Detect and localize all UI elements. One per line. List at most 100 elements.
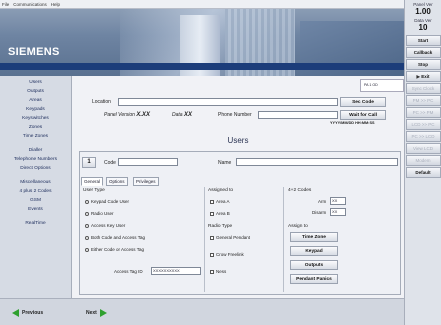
- sidebar-item-realtime[interactable]: RealTime: [0, 219, 71, 228]
- user-type-keypad[interactable]: Keypad Code User: [85, 199, 129, 204]
- stop-button[interactable]: Stop: [405, 59, 441, 70]
- radio-icon: [85, 211, 89, 216]
- sidebar-item-4plus2-codes[interactable]: 4 plus 2 Codes: [0, 187, 71, 196]
- modem-button[interactable]: Modem: [405, 155, 441, 166]
- panel-version-value: X.XX: [136, 112, 151, 118]
- assigned-to-label: Assigned to: [208, 188, 234, 193]
- start-button[interactable]: Start: [405, 35, 441, 46]
- radio-type-crow-freelink[interactable]: Crow Freelink: [210, 252, 244, 257]
- radio-icon: [85, 247, 89, 252]
- exit-icon: ▶: [416, 74, 420, 79]
- location-input[interactable]: [118, 98, 338, 106]
- phone-number-input[interactable]: [258, 111, 338, 119]
- sidebar-item-keyswitches[interactable]: Keyswitches: [0, 114, 71, 123]
- sidebar-item-areas[interactable]: Areas: [0, 96, 71, 105]
- panel-version-box: Panel Ver 1.00: [405, 0, 441, 16]
- sidebar-item-telephone-numbers[interactable]: Telephone Numbers: [0, 155, 71, 164]
- previous-label: Previous: [22, 309, 44, 316]
- exit-button[interactable]: ▶ Exit: [405, 71, 441, 82]
- user-type-access-key[interactable]: Access Key User: [85, 223, 125, 228]
- default-button[interactable]: Default: [405, 167, 441, 178]
- access-tag-label: Access Tag ID: [114, 269, 143, 274]
- sync-clock-button[interactable]: Sync Clock: [405, 83, 441, 94]
- menu-help[interactable]: Help: [51, 2, 60, 7]
- area-b-checkbox[interactable]: Area B: [210, 211, 230, 216]
- disarm-input[interactable]: XX: [330, 208, 346, 216]
- menu-bar: File Communications Help: [0, 0, 404, 9]
- user-type-both[interactable]: Both Code and Access Tag: [85, 235, 145, 240]
- sec-code-button[interactable]: Sec Code: [340, 97, 386, 107]
- checkbox-icon: [210, 269, 214, 274]
- name-label: Name: [218, 160, 232, 166]
- page-title: Users: [227, 136, 249, 145]
- tab-privileges[interactable]: Privileges: [133, 177, 159, 186]
- access-tag-input[interactable]: XXXXXXXXXX: [151, 267, 201, 275]
- phone-number-label: Phone Number: [218, 112, 252, 118]
- sidebar-item-users[interactable]: Users: [0, 78, 71, 87]
- data-ver-value: 10: [418, 23, 428, 32]
- pager-mini[interactable]: PA 1 OD: [360, 79, 404, 92]
- sidebar-item-gsm[interactable]: GSM: [0, 196, 71, 205]
- lcd-to-pc-button[interactable]: LCD >> PC: [405, 119, 441, 130]
- sidebar: Users Outputs Areas Keypads Keyswitches …: [0, 76, 72, 298]
- data-version-box: Data Ver 10: [405, 16, 441, 32]
- nav-strip: [0, 63, 404, 70]
- pm-to-pc-button[interactable]: PM >> PC: [405, 95, 441, 106]
- time-zone-button[interactable]: Time Zone: [290, 232, 338, 242]
- pc-to-pm-button[interactable]: PC >> PM: [405, 107, 441, 118]
- panel-version-label: Panel Version X.XX: [104, 112, 151, 118]
- divider: [204, 187, 205, 292]
- next-button[interactable]: Next: [86, 306, 107, 319]
- sidebar-item-outputs[interactable]: Outputs: [0, 87, 71, 96]
- sidebar-item-zones[interactable]: Zones: [0, 123, 71, 132]
- user-type-radio[interactable]: Radio User: [85, 211, 114, 216]
- pager-mini-text: PA 1 OD: [364, 83, 378, 87]
- pc-to-lcd-button[interactable]: PC >> LCD: [405, 131, 441, 142]
- location-label: Location: [92, 99, 111, 105]
- previous-button[interactable]: Previous: [12, 306, 43, 319]
- sidebar-item-time-zones[interactable]: Time Zones: [0, 132, 71, 141]
- tab-general[interactable]: General: [81, 177, 104, 186]
- arrow-right-icon: [99, 308, 107, 317]
- radio-icon: [85, 223, 89, 228]
- arm-label: Arm: [318, 199, 327, 204]
- wait-for-call-button[interactable]: Wait for Call: [340, 110, 386, 120]
- divider: [283, 187, 284, 292]
- user-type-either[interactable]: Either Code or Access Tag: [85, 247, 144, 252]
- menu-communications[interactable]: Communications: [13, 2, 47, 7]
- area-a-checkbox[interactable]: Area A: [210, 199, 230, 204]
- radio-type-general-pendant[interactable]: General Pendant: [210, 235, 250, 240]
- pendant-panics-button[interactable]: Pendant Panics: [290, 274, 338, 284]
- siemens-logo: SIEMENS: [8, 46, 60, 58]
- next-label: Next: [86, 309, 97, 316]
- code-input[interactable]: [118, 158, 178, 166]
- radio-type-label: Radio Type: [208, 224, 233, 229]
- user-type-label: User Type: [83, 188, 105, 193]
- codes-4plus2-label: 4+2 Codes: [288, 188, 312, 193]
- sidebar-item-miscellaneous[interactable]: Miscellaneous: [0, 178, 71, 187]
- sidebar-item-events[interactable]: Events: [0, 205, 71, 214]
- name-input[interactable]: [236, 158, 398, 166]
- sidebar-item-keypads[interactable]: Keypads: [0, 105, 71, 114]
- users-form: 1 Code Name General Options Privileges U…: [79, 151, 401, 295]
- right-panel: Panel Ver 1.00 Data Ver 10 Start Callbac…: [404, 0, 441, 325]
- user-index[interactable]: 1: [82, 157, 96, 168]
- radio-type-ness[interactable]: Ness: [210, 269, 226, 274]
- sidebar-item-dialler[interactable]: Dialler: [0, 146, 71, 155]
- arm-input[interactable]: XX: [330, 197, 346, 205]
- view-lcd-button[interactable]: View LCD: [405, 143, 441, 154]
- sidebar-item-direct-options[interactable]: Direct Options: [0, 164, 71, 173]
- date-format: YYYY/MM/DD HH:MM:SS: [330, 121, 375, 125]
- outputs-button[interactable]: Outputs: [290, 260, 338, 270]
- checkbox-icon: [210, 252, 214, 257]
- main-content: PA 1 OD Location Sec Code Panel Version …: [72, 76, 404, 298]
- keypad-button[interactable]: Keypad: [290, 246, 338, 256]
- callback-button[interactable]: Callback: [405, 47, 441, 58]
- radio-icon: [85, 235, 89, 240]
- code-label: Code: [104, 160, 116, 166]
- tab-options[interactable]: Options: [106, 177, 128, 186]
- checkbox-icon: [210, 199, 214, 204]
- radio-icon: [85, 199, 89, 204]
- arrow-left-icon: [12, 308, 19, 317]
- menu-file[interactable]: File: [2, 2, 9, 7]
